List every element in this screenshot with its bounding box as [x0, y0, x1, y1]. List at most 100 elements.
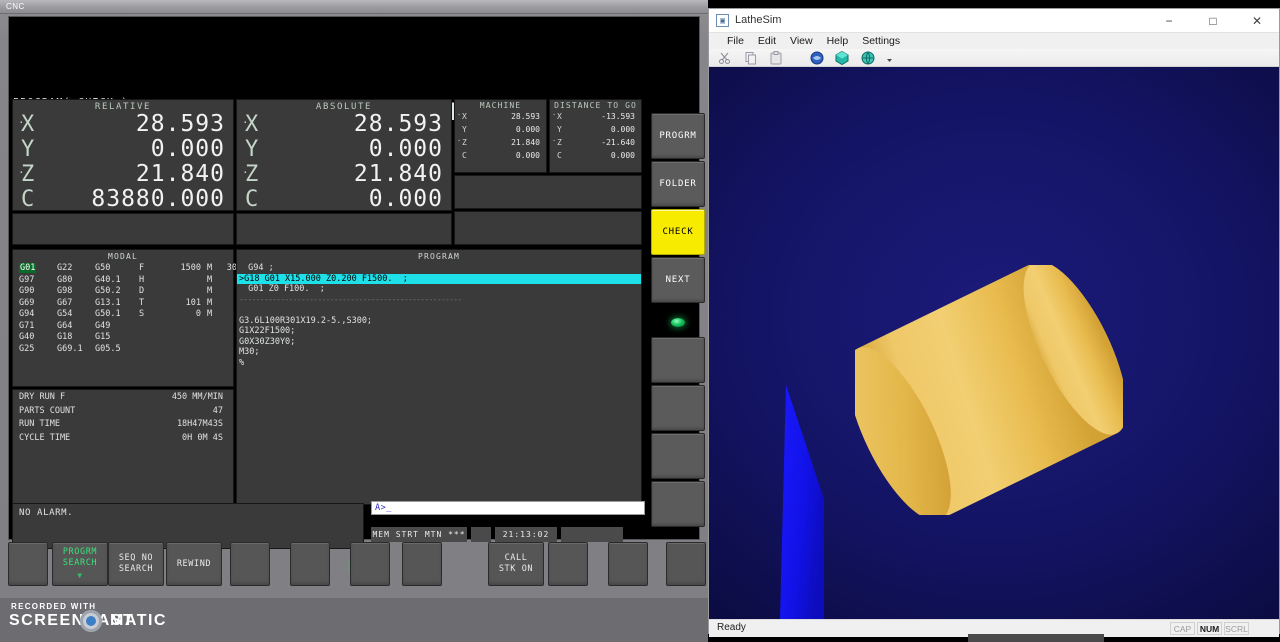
bottom-softkey-blank[interactable]	[666, 542, 706, 586]
bottom-softkey-blank[interactable]	[548, 542, 588, 586]
view-globe-icon[interactable]	[860, 50, 876, 66]
lathesim-3d-viewport[interactable]	[709, 67, 1279, 619]
bottom-softkey-blank[interactable]	[290, 542, 330, 586]
menu-item-settings[interactable]: Settings	[855, 33, 907, 49]
bottom-softkey-blank[interactable]	[8, 542, 48, 586]
vertical-softkey-blank[interactable]	[651, 433, 705, 479]
runtime-stats-panel: DRY RUN F450 MM/MINPARTS COUNT47RUN TIME…	[12, 389, 234, 505]
cnc-screen-header: PROGRAM( CHECK ) FAN10 O1113 N00004	[9, 57, 641, 99]
lathesim-menubar: FileEditViewHelpSettings	[709, 33, 1279, 49]
vertical-softkey-folder[interactable]: FOLDER	[651, 161, 705, 207]
view-teal-icon[interactable]	[834, 50, 850, 66]
bottom-softkey-rewind[interactable]: REWIND	[166, 542, 222, 586]
relative-axis-value: 0.000	[151, 137, 225, 162]
absolute-axis-row: ·X28.593	[237, 112, 451, 137]
copy-icon[interactable]	[743, 50, 759, 66]
runtime-stat-label: PARTS COUNT	[19, 406, 75, 416]
close-button[interactable]: ✕	[1235, 9, 1279, 33]
relative-axis-value: 21.840	[136, 162, 225, 187]
relative-axis-row: C83880.000	[13, 187, 233, 212]
modal-param-label: F	[139, 263, 144, 273]
vertical-softkey-blank[interactable]	[651, 481, 705, 527]
dropdown-arrow-icon[interactable]	[885, 50, 894, 66]
absolute-axis-row: Y0.000	[237, 137, 451, 162]
watermark-orb-icon	[80, 610, 102, 632]
menu-item-help[interactable]: Help	[820, 33, 856, 49]
modal-row: G25G69.1G05.5	[17, 344, 229, 356]
distance-to-go-axis-label: C	[557, 149, 562, 162]
bottom-softkey-blank[interactable]	[350, 542, 390, 586]
bottom-softkey-call-stk-on[interactable]: CALLSTK ON	[488, 542, 544, 586]
auxiliary-blank-panel-3	[236, 213, 452, 245]
machine-axis-label: Z	[462, 136, 467, 149]
modal-m-label: M	[207, 298, 212, 308]
bottom-softkey-blank[interactable]	[608, 542, 648, 586]
program-line: G0X30Z30Y0;	[237, 337, 641, 348]
program-listing-panel[interactable]: PROGRAM G94 ;>G18 G01 X15.000 Z0.200 F15…	[236, 249, 642, 505]
auxiliary-blank-panel-4	[12, 213, 234, 245]
program-line: ----------------------------------------…	[237, 295, 641, 306]
bottom-softkey-seq-no-search[interactable]: SEQ NOSEARCH	[108, 542, 164, 586]
machine-axis-label: C	[462, 149, 467, 162]
distance-to-go-axis-value: -13.593	[601, 110, 635, 123]
relative-axis-row: ·Z21.840	[13, 162, 233, 187]
bottom-softkey-label: SEARCH	[63, 558, 97, 569]
modal-g-code-tertiary: G50.1	[95, 309, 121, 319]
absolute-axis-label: X	[245, 112, 258, 137]
vertical-softkey-blank[interactable]	[651, 337, 705, 383]
runtime-stat-label: RUN TIME	[19, 419, 60, 429]
program-line: G94 ;	[237, 263, 641, 274]
bottom-softkey-blank[interactable]	[402, 542, 442, 586]
auxiliary-blank-panel-1	[454, 175, 642, 209]
modal-g-code-tertiary: G05.5	[95, 344, 121, 354]
absolute-axis-label: Z	[245, 162, 258, 187]
view-blue-icon[interactable]	[809, 50, 825, 66]
relative-axis-label: Z	[21, 162, 34, 187]
menu-item-file[interactable]: File	[720, 33, 751, 49]
modal-param-value: 0	[149, 309, 201, 319]
mdi-command-input[interactable]: A>_	[371, 501, 645, 515]
menu-item-edit[interactable]: Edit	[751, 33, 783, 49]
vertical-softkey-blank[interactable]	[651, 385, 705, 431]
modal-row: G01G22G50F1500M30	[17, 263, 229, 275]
absolute-axis-list: ·X28.593Y0.000·Z21.840C0.000	[237, 112, 451, 212]
cut-icon[interactable]	[717, 50, 733, 66]
screencast-watermark: RECORDED WITH SCREENCAST MATIC	[0, 598, 708, 642]
modal-m-label: M	[207, 263, 212, 273]
distance-to-go-axis-list: ·X-13.593Y0.000·Z-21.640C0.000	[550, 110, 641, 162]
minimize-button[interactable]: −	[1147, 9, 1191, 33]
machine-axis-row: C 0.000	[455, 149, 546, 162]
machine-axis-row: ·Z21.840	[455, 136, 546, 149]
modal-g-code-primary: G01	[19, 263, 36, 273]
vertical-softkey-progrm[interactable]: PROGRM	[651, 113, 705, 159]
distance-to-go-axis-row: Y0.000	[550, 123, 641, 136]
menu-item-view[interactable]: View	[783, 33, 820, 49]
cnc-control-panel: CNC PROGRAM( CHECK ) FAN10 O1113 N00004 …	[0, 0, 708, 642]
cnc-screen: PROGRAM( CHECK ) FAN10 O1113 N00004 RELA…	[8, 16, 700, 540]
paste-icon[interactable]	[768, 50, 784, 66]
machine-axis-value: 0.000	[516, 149, 540, 162]
vertical-softkey-check[interactable]: CHECK	[651, 209, 705, 255]
vertical-softkey-led	[651, 311, 705, 333]
indicator-num: NUM	[1197, 622, 1222, 635]
modal-row: G94G54G50.1S0M	[17, 309, 229, 321]
bottom-softkey-progrm-search[interactable]: PROGRMSEARCH▼	[52, 542, 108, 586]
modal-title: MODAL	[13, 250, 233, 261]
distance-to-go-axis-label: Z	[557, 136, 562, 149]
modal-g-code-secondary: G80	[57, 275, 72, 285]
bottom-softkey-blank[interactable]	[230, 542, 270, 586]
relative-axis-value: 28.593	[136, 112, 225, 137]
indicator-cap: CAP	[1170, 622, 1195, 635]
machine-title: MACHINE	[455, 100, 546, 110]
distance-to-go-panel: DISTANCE TO GO ·X-13.593Y0.000·Z-21.640C…	[549, 99, 642, 173]
modal-row: G71G64G49	[17, 321, 229, 333]
maximize-button[interactable]: □	[1191, 9, 1235, 33]
relative-axis-label: X	[21, 112, 34, 137]
watermark-recorded-with: RECORDED WITH	[11, 602, 96, 611]
modal-param-value: 101	[149, 298, 201, 308]
vertical-softkey-next[interactable]: NEXT	[651, 257, 705, 303]
absolute-axis-value: 21.840	[354, 162, 443, 187]
program-line: G1X22F1500;	[237, 326, 641, 337]
runtime-stat-row: DRY RUN F450 MM/MIN	[13, 390, 233, 404]
program-line: G3.6L100R301X19.2-5.,S300;	[237, 316, 641, 327]
